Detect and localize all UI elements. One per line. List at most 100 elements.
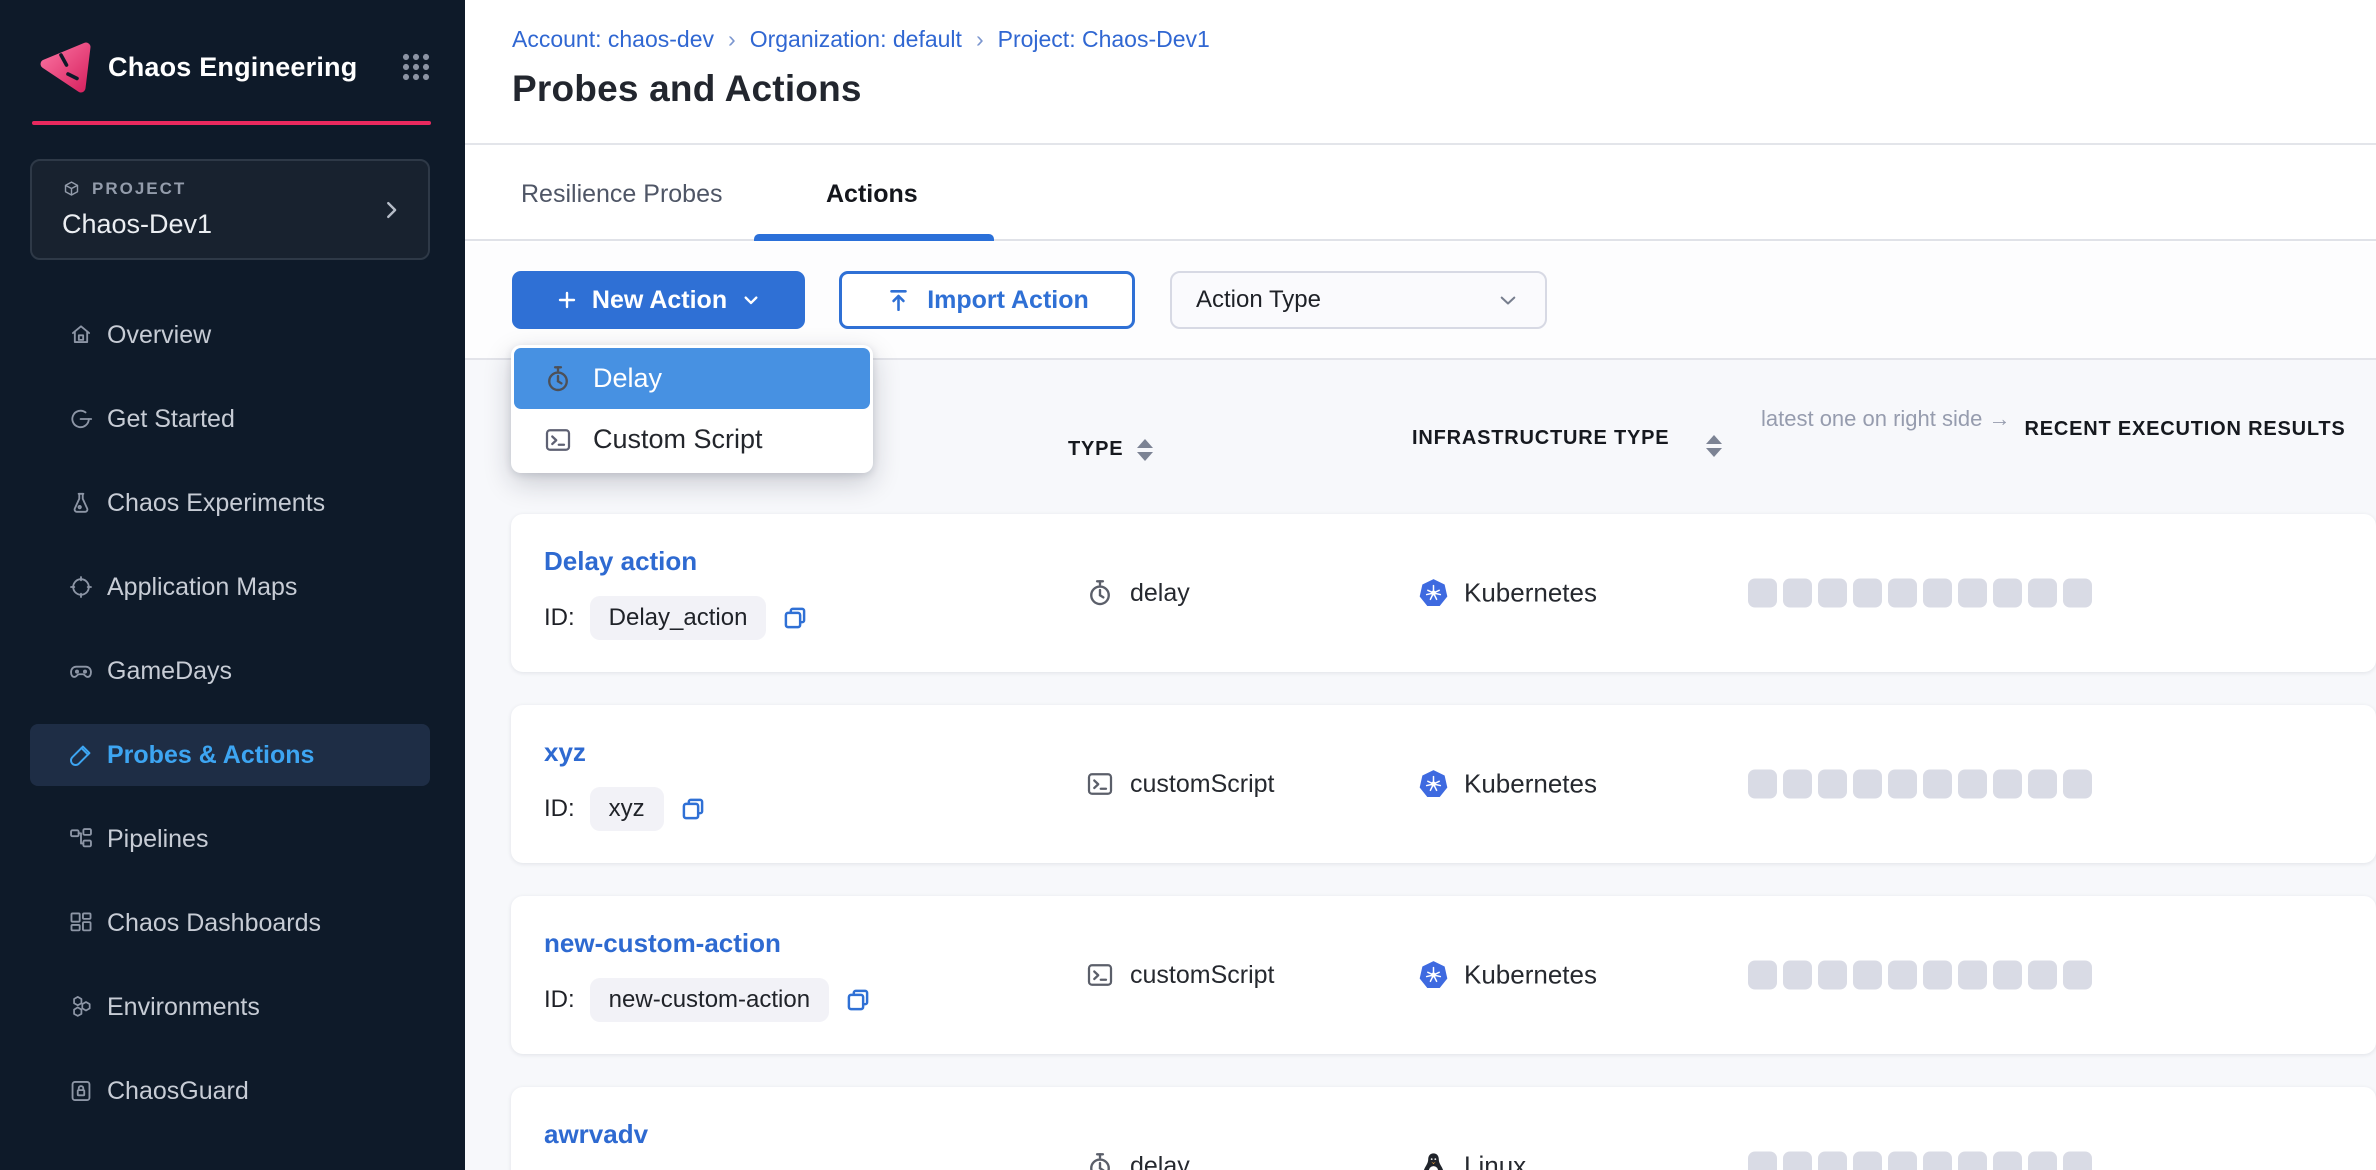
menu-item-custom-script[interactable]: Custom Script — [514, 409, 870, 470]
sidebar-item-label: Chaos Experiments — [107, 489, 325, 518]
import-action-button[interactable]: Import Action — [839, 271, 1135, 329]
brand-title: Chaos Engineering — [108, 52, 357, 83]
sort-toggle-icon[interactable] — [1137, 439, 1153, 461]
execution-result-placeholder — [1888, 961, 1917, 990]
sidebar-item-get-started[interactable]: Get Started — [30, 388, 430, 450]
toolbar: New Action Import Action Action Type — [465, 243, 2376, 358]
home-icon — [68, 322, 94, 348]
brand-row: Chaos Engineering — [38, 38, 432, 96]
kubernetes-icon — [1418, 578, 1449, 609]
type-cell: delay — [1085, 578, 1190, 608]
type-header-label: TYPE — [1068, 438, 1123, 461]
execution-result-placeholder — [1923, 961, 1952, 990]
execution-result-placeholder — [1993, 1152, 2022, 1170]
sidebar-item-environments[interactable]: Environments — [30, 976, 430, 1038]
breadcrumb-separator: › — [728, 26, 736, 53]
action-name-link[interactable]: xyz — [544, 737, 586, 768]
infrastructure-header-label: INFRASTRUCTURE TYPE — [1412, 424, 1692, 452]
execution-result-placeholder — [2063, 770, 2092, 799]
execution-result-placeholder — [1958, 579, 1987, 608]
execution-result-placeholder — [1993, 961, 2022, 990]
column-header-infrastructure: INFRASTRUCTURE TYPE — [1412, 424, 1722, 457]
action-type-select[interactable]: Action Type — [1170, 271, 1547, 329]
execution-result-placeholder — [1923, 1152, 1952, 1170]
sidebar-item-probes-actions[interactable]: Probes & Actions — [30, 724, 430, 786]
execution-result-placeholder — [1958, 770, 1987, 799]
tab-actions[interactable]: Actions — [826, 147, 918, 241]
table-row-xyz[interactable]: xyzID:xyzcustomScriptKubernetes — [511, 705, 2376, 863]
tab-resilience-probes[interactable]: Resilience Probes — [521, 147, 723, 241]
new-action-button[interactable]: New Action — [512, 271, 805, 329]
execution-result-placeholder — [1748, 1152, 1777, 1170]
menu-item-delay[interactable]: Delay — [514, 348, 870, 409]
project-meta: PROJECT — [62, 179, 186, 199]
sidebar-item-application-maps[interactable]: Application Maps — [30, 556, 430, 618]
execution-result-placeholder — [1783, 770, 1812, 799]
execution-result-placeholder — [1923, 579, 1952, 608]
table-row-awrvadv[interactable]: awrvadv delay Linux — [511, 1087, 2376, 1170]
hexagons-icon — [68, 994, 94, 1020]
column-header-type: TYPE — [1068, 438, 1153, 461]
action-name-link[interactable]: Delay action — [544, 546, 697, 577]
terminal-icon — [1085, 960, 1115, 990]
execution-result-placeholder — [1818, 1152, 1847, 1170]
type-value: customScript — [1130, 961, 1274, 990]
sidebar-item-chaos-dashboards[interactable]: Chaos Dashboards — [30, 892, 430, 954]
sidebar-item-gamedays[interactable]: GameDays — [30, 640, 430, 702]
infrastructure-cell: Kubernetes — [1418, 578, 1597, 609]
execution-result-placeholder — [1993, 770, 2022, 799]
app-switcher-grid-icon[interactable] — [400, 51, 432, 83]
execution-result-placeholder — [1888, 579, 1917, 608]
sidebar-item-label: Environments — [107, 993, 260, 1022]
action-type-label: Action Type — [1196, 286, 1321, 314]
type-value: delay — [1130, 1152, 1190, 1170]
chevron-right-icon — [380, 195, 402, 225]
copy-icon[interactable] — [679, 795, 707, 823]
import-action-label: Import Action — [927, 286, 1089, 315]
type-value: customScript — [1130, 770, 1274, 799]
table-row-delay-action[interactable]: Delay action ID:Delay_action delay Kubernet… — [511, 514, 2376, 672]
id-label: ID: — [544, 986, 575, 1014]
execution-result-placeholder — [1818, 770, 1847, 799]
sidebar-item-label: Probes & Actions — [107, 741, 314, 770]
sidebar-item-label: Application Maps — [107, 573, 297, 602]
action-id-row: ID:Delay_action — [544, 596, 809, 640]
breadcrumb-link[interactable]: Organization: default — [750, 26, 962, 53]
execution-result-placeholder — [1783, 579, 1812, 608]
stopwatch-icon — [1085, 578, 1115, 608]
breadcrumb-link[interactable]: Project: Chaos-Dev1 — [998, 26, 1210, 53]
copy-icon[interactable] — [844, 986, 872, 1014]
sidebar-item-overview[interactable]: Overview — [30, 304, 430, 366]
sidebar-item-pipelines[interactable]: Pipelines — [30, 808, 430, 870]
action-name-link[interactable]: awrvadv — [544, 1119, 648, 1150]
chevron-down-icon — [1495, 287, 1521, 313]
sidebar-item-chaos-experiments[interactable]: Chaos Experiments — [30, 472, 430, 534]
action-name-link[interactable]: new-custom-action — [544, 928, 781, 959]
tab-label: Resilience Probes — [521, 180, 723, 209]
sort-toggle-icon[interactable] — [1706, 435, 1722, 457]
latest-hint-text: latest one on right side → — [1761, 406, 2010, 432]
column-header-recent-results: latest one on right side → RECENT EXECUT… — [1761, 406, 2346, 441]
new-action-dropdown-menu: DelayCustom Script — [511, 345, 873, 473]
sidebar-item-label: GameDays — [107, 657, 232, 686]
project-selector[interactable]: PROJECT Chaos-Dev1 — [30, 159, 430, 260]
execution-result-placeholder — [2028, 770, 2057, 799]
copy-icon[interactable] — [781, 604, 809, 632]
id-label: ID: — [544, 795, 575, 823]
shield-lock-icon — [68, 1078, 94, 1104]
sidebar-nav: Overview Get Started Chaos Experiments Appl… — [30, 304, 430, 1144]
gamepad-icon — [68, 658, 94, 684]
type-cell: customScript — [1085, 769, 1274, 799]
action-id-value: new-custom-action — [590, 978, 829, 1022]
sidebar-item-label: Chaos Dashboards — [107, 909, 321, 938]
recent-execution-results — [1748, 579, 2092, 608]
harness-logo-icon[interactable] — [38, 38, 92, 96]
stopwatch-icon — [543, 364, 573, 394]
execution-result-placeholder — [1923, 770, 1952, 799]
tab-label: Actions — [826, 180, 918, 209]
sidebar-item-chaosguard[interactable]: ChaosGuard — [30, 1060, 430, 1122]
infrastructure-cell: Linux — [1418, 1151, 1526, 1170]
infrastructure-value: Linux — [1464, 1151, 1526, 1170]
breadcrumb-link[interactable]: Account: chaos-dev — [512, 26, 714, 53]
table-row-new-custom-action[interactable]: new-custom-action ID: new-custom-action cus… — [511, 896, 2376, 1054]
